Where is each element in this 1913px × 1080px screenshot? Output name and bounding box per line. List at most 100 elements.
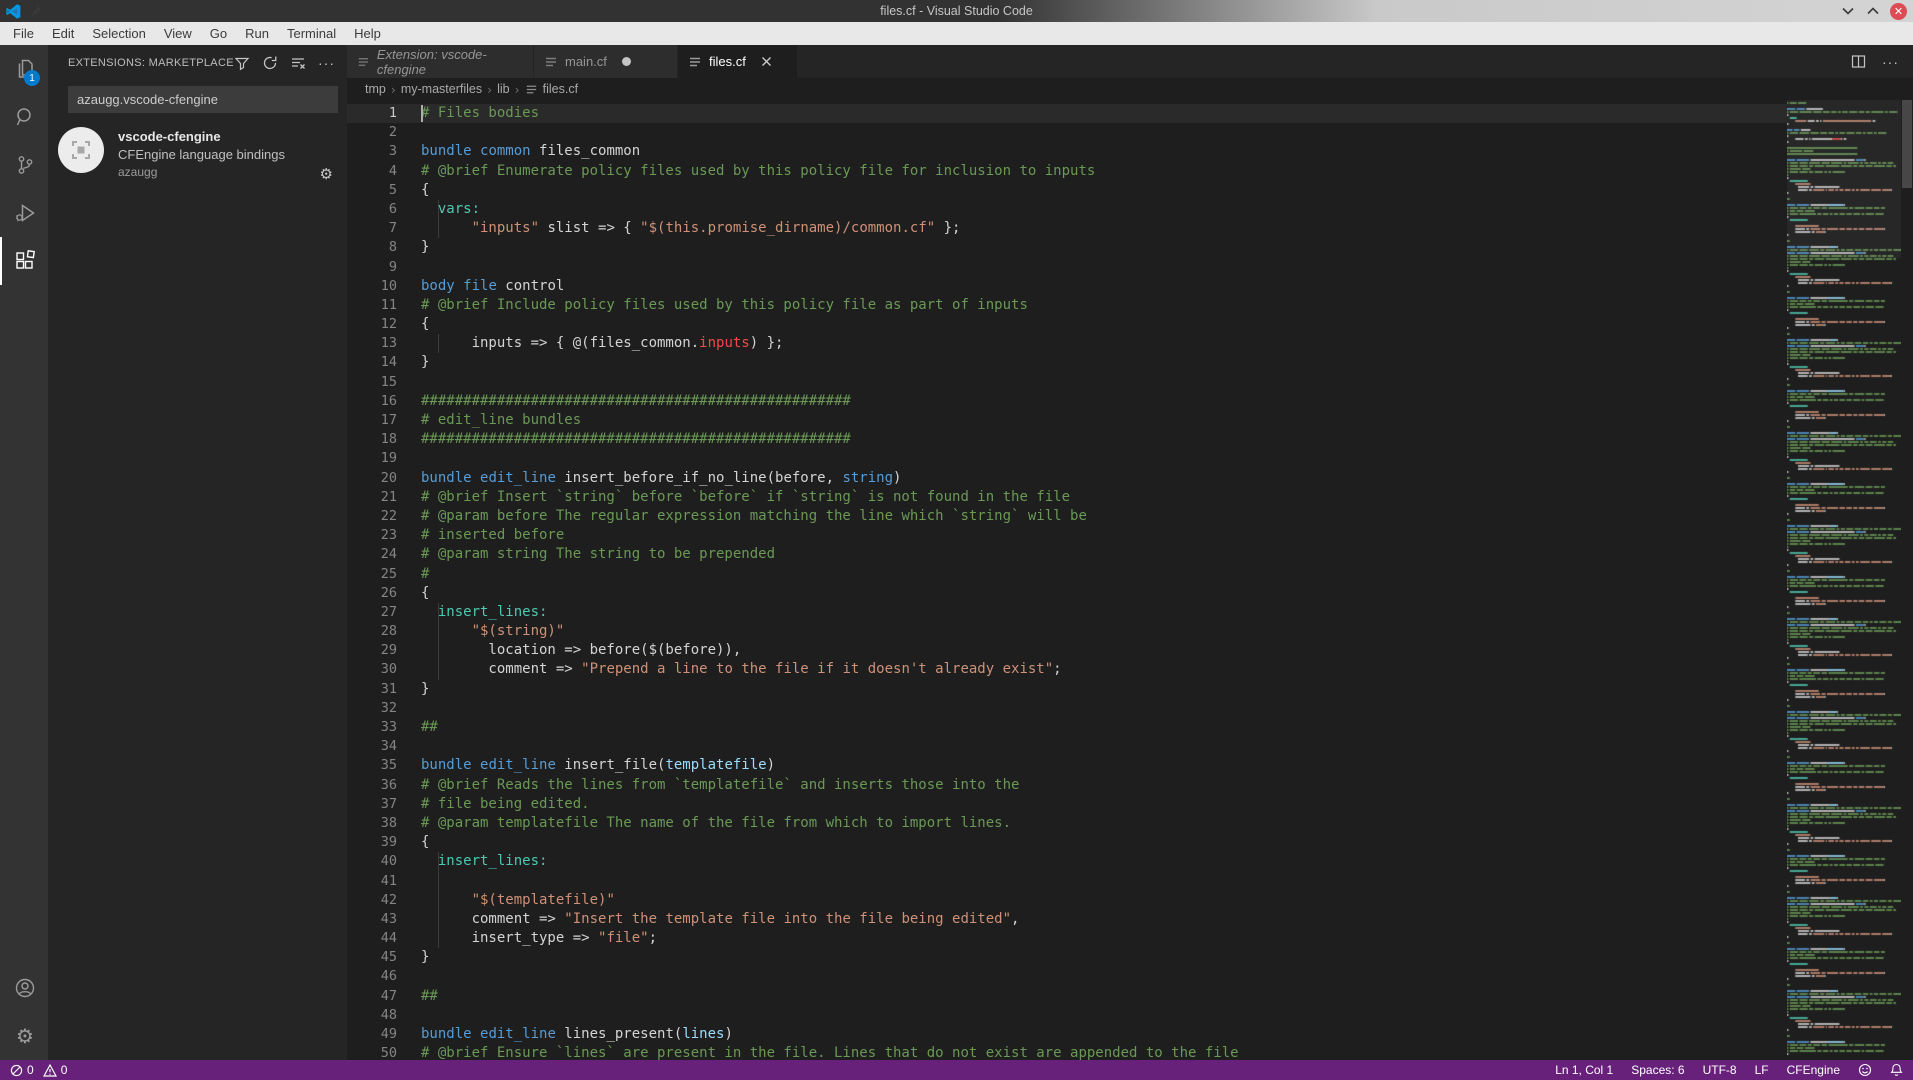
maximize-button[interactable] bbox=[1865, 3, 1881, 19]
code-line[interactable]: 10body file control bbox=[347, 277, 1787, 296]
line-number[interactable]: 5 bbox=[347, 181, 397, 200]
code-line[interactable]: 14} bbox=[347, 353, 1787, 372]
code-line[interactable]: 46 bbox=[347, 967, 1787, 986]
code-line[interactable]: 17# edit_line bundles bbox=[347, 411, 1787, 430]
notifications-bell-icon[interactable] bbox=[1890, 1063, 1903, 1077]
breadcrumb-item[interactable]: lib bbox=[497, 82, 510, 96]
line-number[interactable]: 49 bbox=[347, 1025, 397, 1044]
line-number[interactable]: 37 bbox=[347, 795, 397, 814]
line-number[interactable]: 22 bbox=[347, 507, 397, 526]
extensions-icon[interactable] bbox=[0, 237, 48, 285]
language-mode[interactable]: CFEngine bbox=[1787, 1063, 1840, 1077]
code-line[interactable]: 11# @brief Include policy files used by … bbox=[347, 296, 1787, 315]
code-line[interactable]: 28 "$(string)" bbox=[347, 622, 1787, 641]
line-number[interactable]: 3 bbox=[347, 142, 397, 161]
extension-manage-gear-icon[interactable]: ⚙ bbox=[320, 165, 333, 183]
code-line[interactable]: 27 insert_lines: bbox=[347, 603, 1787, 622]
code-line[interactable]: 37# file being edited. bbox=[347, 795, 1787, 814]
code-line[interactable]: 7 "inputs" slist => { "$(this.promise_di… bbox=[347, 219, 1787, 238]
line-number[interactable]: 30 bbox=[347, 660, 397, 679]
line-number[interactable]: 40 bbox=[347, 852, 397, 871]
code-line[interactable]: 15 bbox=[347, 373, 1787, 392]
code-content[interactable]: 1# Files bodies23bundle common files_com… bbox=[347, 104, 1787, 1060]
code-line[interactable]: 19 bbox=[347, 449, 1787, 468]
code-line[interactable]: 32 bbox=[347, 699, 1787, 718]
code-line[interactable]: 45} bbox=[347, 948, 1787, 967]
code-line[interactable]: 41 bbox=[347, 872, 1787, 891]
code-line[interactable]: 42 "$(templatefile)" bbox=[347, 891, 1787, 910]
line-number[interactable]: 43 bbox=[347, 910, 397, 929]
line-number[interactable]: 6 bbox=[347, 200, 397, 219]
eol-sequence[interactable]: LF bbox=[1755, 1063, 1769, 1077]
line-number[interactable]: 15 bbox=[347, 373, 397, 392]
line-number[interactable]: 32 bbox=[347, 699, 397, 718]
modified-dot-icon[interactable] bbox=[622, 57, 631, 66]
line-number[interactable]: 41 bbox=[347, 872, 397, 891]
line-number[interactable]: 34 bbox=[347, 737, 397, 756]
code-line[interactable]: 48 bbox=[347, 1006, 1787, 1025]
close-tab-icon[interactable] bbox=[761, 56, 772, 67]
extensions-search-input[interactable] bbox=[69, 92, 337, 107]
line-number[interactable]: 24 bbox=[347, 545, 397, 564]
menu-terminal[interactable]: Terminal bbox=[278, 22, 345, 45]
code-line[interactable]: 38# @param templatefile The name of the … bbox=[347, 814, 1787, 833]
code-line[interactable]: 23# inserted before bbox=[347, 526, 1787, 545]
line-number[interactable]: 46 bbox=[347, 967, 397, 986]
line-number[interactable]: 45 bbox=[347, 948, 397, 967]
minimap[interactable] bbox=[1787, 100, 1901, 1060]
vertical-scrollbar[interactable] bbox=[1901, 100, 1913, 1060]
extension-list-item[interactable]: vscode-cfengine CFEngine language bindin… bbox=[48, 113, 347, 193]
menu-edit[interactable]: Edit bbox=[43, 22, 83, 45]
code-editor[interactable]: 1# Files bodies23bundle common files_com… bbox=[347, 100, 1913, 1060]
menu-run[interactable]: Run bbox=[236, 22, 278, 45]
line-number[interactable]: 18 bbox=[347, 430, 397, 449]
code-line[interactable]: 13 inputs => { @(files_common.inputs) }; bbox=[347, 334, 1787, 353]
line-number[interactable]: 26 bbox=[347, 584, 397, 603]
line-number[interactable]: 21 bbox=[347, 488, 397, 507]
code-line[interactable]: 29 location => before($(before)), bbox=[347, 641, 1787, 660]
code-line[interactable]: 21# @brief Insert `string` before `befor… bbox=[347, 488, 1787, 507]
breadcrumb-item[interactable]: files.cf bbox=[543, 82, 578, 96]
menu-view[interactable]: View bbox=[155, 22, 201, 45]
code-line[interactable]: 47## bbox=[347, 987, 1787, 1006]
encoding[interactable]: UTF-8 bbox=[1703, 1063, 1737, 1077]
line-number[interactable]: 29 bbox=[347, 641, 397, 660]
feedback-smiley-icon[interactable] bbox=[1858, 1063, 1872, 1077]
line-number[interactable]: 44 bbox=[347, 929, 397, 948]
more-actions-icon[interactable]: ··· bbox=[318, 55, 335, 71]
code-line[interactable]: 25# bbox=[347, 565, 1787, 584]
code-line[interactable]: 39{ bbox=[347, 833, 1787, 852]
line-number[interactable]: 11 bbox=[347, 296, 397, 315]
code-line[interactable]: 33## bbox=[347, 718, 1787, 737]
code-line[interactable]: 44 insert_type => "file"; bbox=[347, 929, 1787, 948]
code-line[interactable]: 40 insert_lines: bbox=[347, 852, 1787, 871]
code-line[interactable]: 34 bbox=[347, 737, 1787, 756]
line-number[interactable]: 38 bbox=[347, 814, 397, 833]
code-line[interactable]: 4# @brief Enumerate policy files used by… bbox=[347, 162, 1787, 181]
code-line[interactable]: 22# @param before The regular expression… bbox=[347, 507, 1787, 526]
tab-main-cf[interactable]: main.cf bbox=[534, 45, 678, 78]
code-line[interactable]: 1# Files bodies bbox=[347, 104, 1787, 123]
line-number[interactable]: 48 bbox=[347, 1006, 397, 1025]
line-number[interactable]: 47 bbox=[347, 987, 397, 1006]
line-number[interactable]: 14 bbox=[347, 353, 397, 372]
line-number[interactable]: 16 bbox=[347, 392, 397, 411]
line-number[interactable]: 31 bbox=[347, 680, 397, 699]
indentation[interactable]: Spaces: 6 bbox=[1631, 1063, 1684, 1077]
source-control-icon[interactable] bbox=[0, 141, 48, 189]
close-button[interactable]: ✕ bbox=[1890, 3, 1907, 20]
code-line[interactable]: 8} bbox=[347, 238, 1787, 257]
line-number[interactable]: 9 bbox=[347, 258, 397, 277]
split-editor-icon[interactable] bbox=[1851, 54, 1866, 69]
code-line[interactable]: 3bundle common files_common bbox=[347, 142, 1787, 161]
line-number[interactable]: 4 bbox=[347, 162, 397, 181]
menu-file[interactable]: File bbox=[4, 22, 43, 45]
problems-indicator[interactable]: 0 0 bbox=[10, 1063, 67, 1077]
cursor-position[interactable]: Ln 1, Col 1 bbox=[1555, 1063, 1613, 1077]
code-line[interactable]: 9 bbox=[347, 258, 1787, 277]
code-line[interactable]: 16######################################… bbox=[347, 392, 1787, 411]
scrollbar-thumb[interactable] bbox=[1902, 100, 1912, 188]
minimize-button[interactable] bbox=[1840, 3, 1856, 19]
line-number[interactable]: 17 bbox=[347, 411, 397, 430]
code-line[interactable]: 30 comment => "Prepend a line to the fil… bbox=[347, 660, 1787, 679]
